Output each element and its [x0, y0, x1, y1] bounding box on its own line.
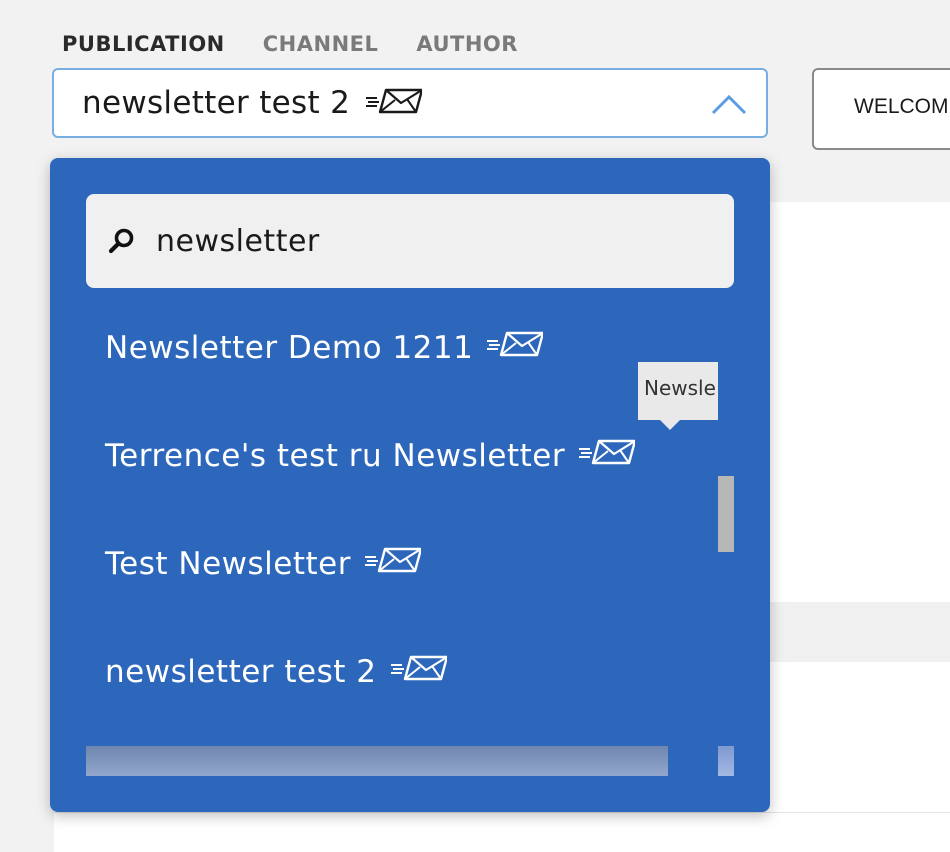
tab-author[interactable]: AUTHOR — [416, 32, 518, 56]
option-label: Test Newsletter — [105, 546, 351, 582]
newsletter-envelope-icon — [363, 546, 423, 582]
tab-publication[interactable]: PUBLICATION — [62, 32, 225, 56]
newsletter-envelope-icon — [364, 87, 424, 120]
option-terrences-test-ru-newsletter[interactable]: Terrence's test ru Newsletter — [105, 426, 637, 486]
option-test-newsletter[interactable]: Test Newsletter — [105, 534, 423, 594]
filter-tabs: PUBLICATION CHANNEL AUTHOR — [62, 32, 518, 56]
option-newsletter-demo-1211[interactable]: Newsletter Demo 1211 — [105, 318, 545, 378]
dropdown-search — [86, 194, 734, 288]
publication-select[interactable]: newsletter test 2 — [52, 68, 768, 138]
publication-select-value: newsletter test 2 — [82, 85, 351, 121]
option-newsletter-test-2[interactable]: newsletter test 2 — [105, 642, 448, 702]
option-tooltip: Newsle — [638, 362, 718, 420]
newsletter-envelope-icon — [577, 438, 637, 474]
vertical-scrollbar-thumb[interactable] — [718, 476, 734, 552]
option-label: Terrence's test ru Newsletter — [105, 438, 566, 474]
search-icon — [108, 227, 136, 255]
newsletter-envelope-icon — [389, 654, 448, 690]
tooltip-arrow — [660, 420, 680, 430]
chevron-up-icon[interactable] — [710, 92, 748, 121]
welcome-button[interactable]: WELCOM — [812, 68, 950, 150]
content-divider — [54, 812, 950, 813]
option-label: Newsletter Demo 1211 — [105, 330, 474, 366]
search-input[interactable] — [154, 222, 658, 260]
newsletter-envelope-icon — [485, 330, 545, 366]
tab-channel[interactable]: CHANNEL — [263, 32, 379, 56]
horizontal-scrollbar[interactable] — [86, 746, 668, 776]
scrollbar-corner — [718, 746, 734, 776]
option-label: newsletter test 2 — [105, 654, 377, 690]
publication-dropdown: Newsletter Demo 1211 Terrence's test ru … — [50, 158, 770, 812]
